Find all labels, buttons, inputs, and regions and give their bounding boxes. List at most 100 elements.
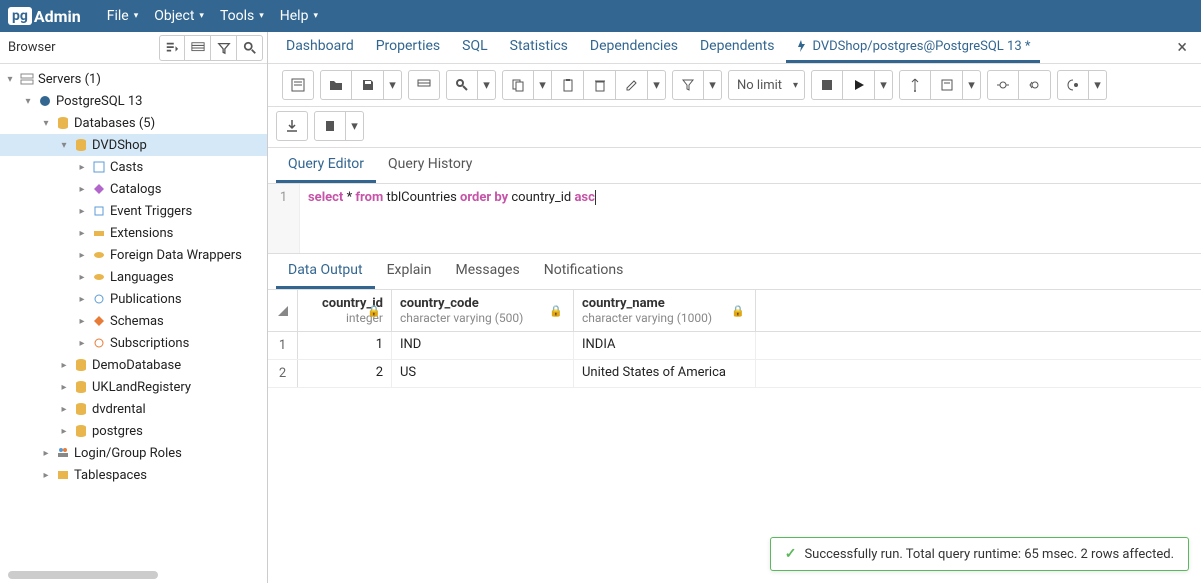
tab-properties[interactable]: Properties: [366, 32, 450, 63]
menu-file[interactable]: File: [99, 4, 147, 28]
main-tabs: Dashboard Properties SQL Statistics Depe…: [268, 32, 1201, 64]
save-icon[interactable]: [352, 70, 384, 100]
query-tool-icon[interactable]: [159, 35, 185, 61]
filter-icon[interactable]: [672, 70, 704, 100]
database-icon: [73, 379, 89, 395]
tab-data-output[interactable]: Data Output: [276, 254, 375, 289]
tree-servers[interactable]: ▾Servers (1): [0, 68, 267, 90]
object-tree[interactable]: ▾Servers (1) ▾PostgreSQL 13 ▾Databases (…: [0, 64, 267, 583]
view-data-icon[interactable]: [185, 35, 211, 61]
corner-cell[interactable]: [268, 290, 298, 331]
explain-analyze-icon[interactable]: [931, 70, 963, 100]
sql-code[interactable]: select * from tblCountries order by coun…: [300, 184, 1201, 253]
tree-catalogs[interactable]: ▸Catalogs: [0, 178, 267, 200]
find-icon[interactable]: [446, 70, 478, 100]
clear-icon[interactable]: [314, 111, 346, 141]
line-gutter: 1: [268, 184, 300, 253]
status-toast: ✓ Successfully run. Total query runtime:…: [770, 537, 1189, 571]
sql-editor[interactable]: 1 select * from tblCountries order by co…: [268, 184, 1201, 254]
schemas-icon: [91, 313, 107, 329]
delete-icon[interactable]: [584, 70, 616, 100]
tree-login-roles[interactable]: ▸Login/Group Roles: [0, 442, 267, 464]
commit-icon[interactable]: [987, 70, 1019, 100]
filter-rows-icon[interactable]: [211, 35, 237, 61]
tab-sql[interactable]: SQL: [452, 32, 497, 63]
query-toolbar: ▾ ▾ ▾ ▾ ▾ No limit ▾ ▾ ▾: [268, 64, 1201, 107]
close-tab-icon[interactable]: ×: [1171, 37, 1193, 58]
rollback-icon[interactable]: [1019, 70, 1051, 100]
tab-query-history[interactable]: Query History: [376, 148, 484, 183]
tree-demodb[interactable]: ▸DemoDatabase: [0, 354, 267, 376]
table-row[interactable]: 1 1 IND INDIA: [268, 332, 1201, 360]
tree-event-triggers[interactable]: ▸Event Triggers: [0, 200, 267, 222]
tab-dependents[interactable]: Dependents: [690, 32, 784, 63]
database-icon: [73, 423, 89, 439]
copy-icon[interactable]: [502, 70, 534, 100]
menu-help[interactable]: Help: [272, 4, 326, 28]
macros-icon[interactable]: [1057, 70, 1089, 100]
tree-dvdshop[interactable]: ▾DVDShop: [0, 134, 267, 156]
tree-languages[interactable]: ▸Languages: [0, 266, 267, 288]
tab-query-editor[interactable]: Query Editor: [276, 148, 376, 183]
edit-dropdown-icon[interactable]: ▾: [648, 70, 666, 100]
editor-tabs: Query Editor Query History: [268, 148, 1201, 184]
clear-dropdown-icon[interactable]: ▾: [346, 111, 364, 141]
menu-tools[interactable]: Tools: [212, 4, 272, 28]
scratch-pad-icon[interactable]: [282, 70, 314, 100]
tree-casts[interactable]: ▸Casts: [0, 156, 267, 178]
execute-dropdown-icon[interactable]: ▾: [875, 70, 893, 100]
database-icon: [73, 137, 89, 153]
execute-icon[interactable]: [843, 70, 875, 100]
tree-publications[interactable]: ▸Publications: [0, 288, 267, 310]
explain-dropdown-icon[interactable]: ▾: [963, 70, 981, 100]
edit-icon[interactable]: [616, 70, 648, 100]
tab-statistics[interactable]: Statistics: [500, 32, 578, 63]
tree-schemas[interactable]: ▸Schemas: [0, 310, 267, 332]
tab-explain[interactable]: Explain: [375, 254, 444, 289]
explain-icon[interactable]: [899, 70, 931, 100]
copy-dropdown-icon[interactable]: ▾: [534, 70, 552, 100]
tree-postgresdb[interactable]: ▸postgres: [0, 420, 267, 442]
tab-messages[interactable]: Messages: [443, 254, 531, 289]
lock-icon: 🔒: [549, 304, 563, 317]
tree-subscriptions[interactable]: ▸Subscriptions: [0, 332, 267, 354]
tree-databases[interactable]: ▾Databases (5): [0, 112, 267, 134]
result-tabs: Data Output Explain Messages Notificatio…: [268, 254, 1201, 290]
menu-object[interactable]: Object: [146, 4, 212, 28]
tree-extensions[interactable]: ▸Extensions: [0, 222, 267, 244]
search-icon[interactable]: [237, 35, 263, 61]
browser-panel: Browser ▾Servers (1) ▾PostgreSQL 13 ▾Dat…: [0, 32, 268, 583]
tab-dependencies[interactable]: Dependencies: [580, 32, 688, 63]
lock-icon: 🔒: [731, 304, 745, 317]
tab-notifications[interactable]: Notifications: [532, 254, 636, 289]
col-country-code[interactable]: country_codecharacter varying (500)🔒: [392, 290, 574, 331]
database-icon: [73, 357, 89, 373]
status-message: Successfully run. Total query runtime: 6…: [804, 547, 1174, 562]
download-icon[interactable]: [276, 111, 308, 141]
output-grid[interactable]: country_idinteger🔒 country_codecharacter…: [268, 290, 1201, 388]
tree-fdw[interactable]: ▸Foreign Data Wrappers: [0, 244, 267, 266]
catalogs-icon: [91, 181, 107, 197]
check-icon: ✓: [785, 546, 797, 562]
scrollbar[interactable]: [8, 571, 158, 579]
tree-pg13[interactable]: ▾PostgreSQL 13: [0, 90, 267, 112]
copy-sql-icon[interactable]: [408, 70, 440, 100]
tree-dvdrental[interactable]: ▸dvdrental: [0, 398, 267, 420]
paste-icon[interactable]: [552, 70, 584, 100]
open-file-icon[interactable]: [320, 70, 352, 100]
find-dropdown-icon[interactable]: ▾: [478, 70, 496, 100]
table-row[interactable]: 2 2 US United States of America: [268, 360, 1201, 388]
macros-dropdown-icon[interactable]: ▾: [1089, 70, 1107, 100]
col-country-name[interactable]: country_namecharacter varying (1000)🔒: [574, 290, 756, 331]
tree-ukland[interactable]: ▸UKLandRegistery: [0, 376, 267, 398]
servers-icon: [19, 71, 35, 87]
stop-icon[interactable]: [811, 70, 843, 100]
save-dropdown-icon[interactable]: ▾: [384, 70, 402, 100]
tree-tablespaces[interactable]: ▸Tablespaces: [0, 464, 267, 486]
logo-text: Admin: [34, 7, 81, 26]
filter-dropdown-icon[interactable]: ▾: [704, 70, 722, 100]
tab-query-tool[interactable]: DVDShop/postgres@PostgreSQL 13 *: [786, 33, 1040, 63]
tab-dashboard[interactable]: Dashboard: [276, 32, 364, 63]
col-country-id[interactable]: country_idinteger🔒: [298, 290, 392, 331]
limit-select[interactable]: No limit: [728, 70, 805, 100]
